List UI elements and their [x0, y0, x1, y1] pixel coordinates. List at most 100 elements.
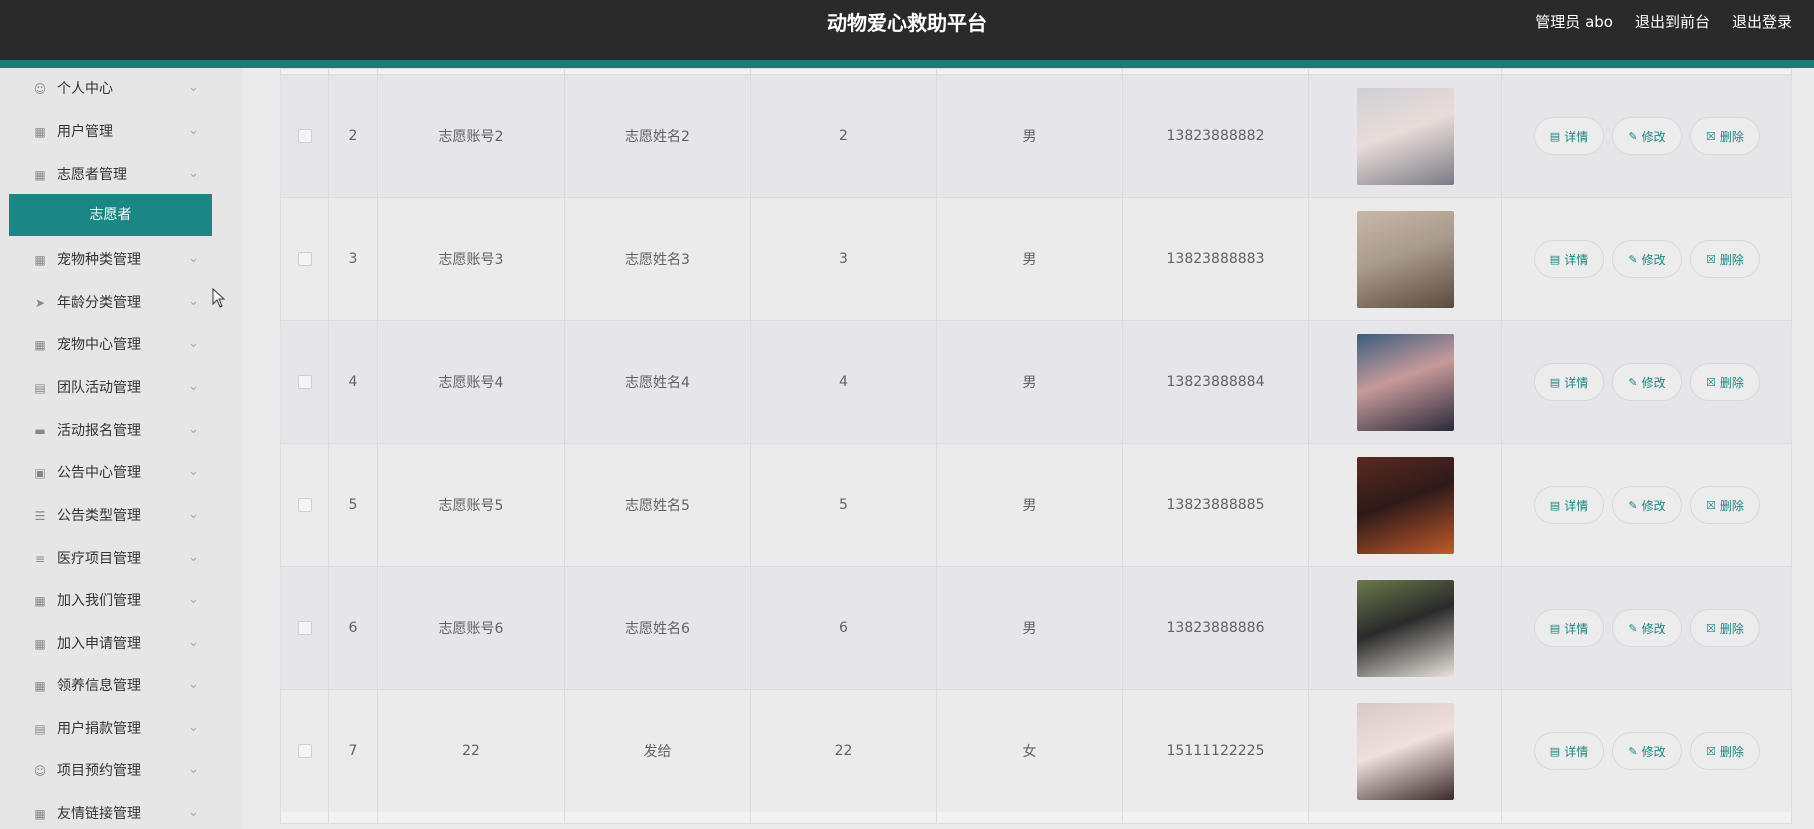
- cell-gender: 男: [1022, 375, 1037, 391]
- detail-button[interactable]: ▤ 详情: [1534, 486, 1604, 524]
- delete-button[interactable]: ☒ 删除: [1690, 363, 1760, 401]
- sidebar-item[interactable]: ▣ 公告中心管理 ⌄: [0, 452, 241, 494]
- row-checkbox[interactable]: [297, 498, 312, 512]
- table-row: 4 志愿账号4 志愿姓名4 4 男 13823888884 ▤ 详情 ✎ 修改 ☒ 删除: [281, 320, 1791, 443]
- cell-index: 6: [348, 620, 358, 636]
- sidebar-item[interactable]: ▦ 加入我们管理 ⌄: [0, 580, 241, 622]
- cell-gender: 男: [1022, 498, 1037, 514]
- list-icon: ☰: [34, 509, 46, 523]
- sidebar-item-label: 领养信息管理: [57, 678, 141, 694]
- detail-icon: ▤: [1549, 744, 1561, 758]
- sidebar-item-label: 加入申请管理: [57, 636, 141, 652]
- row-checkbox[interactable]: [297, 744, 312, 758]
- edit-icon: ✎: [1628, 621, 1638, 635]
- delete-label: 删除: [1719, 252, 1744, 267]
- grid-icon: ▦: [34, 807, 46, 821]
- table-row: 6 志愿账号6 志愿姓名6 6 男 13823888886 ▤ 详情 ✎ 修改 ☒ 删除: [281, 566, 1791, 689]
- sidebar-item[interactable]: ▦ 志愿者管理 ⌄: [0, 154, 241, 196]
- cell-age: 6: [839, 620, 848, 636]
- detail-button[interactable]: ▤ 详情: [1534, 609, 1604, 647]
- avatar-photo[interactable]: [1356, 210, 1454, 308]
- sidebar-item[interactable]: ▦ 加入申请管理 ⌄: [0, 623, 241, 665]
- edit-button[interactable]: ✎ 修改: [1612, 363, 1682, 401]
- cell-name: 志愿姓名2: [625, 129, 690, 145]
- column-divider: [936, 69, 937, 823]
- chevron-down-icon: ⌄: [188, 720, 199, 735]
- chevron-down-icon: ⌄: [188, 805, 199, 820]
- delete-icon: ☒: [1706, 498, 1716, 512]
- cell-photo: [1309, 567, 1501, 689]
- edit-label: 修改: [1641, 621, 1666, 636]
- sidebar-item[interactable]: ▤ 团队活动管理 ⌄: [0, 367, 241, 409]
- edit-button[interactable]: ✎ 修改: [1612, 732, 1682, 770]
- edit-label: 修改: [1641, 744, 1666, 759]
- submenu-item-volunteer[interactable]: 志愿者: [9, 194, 212, 236]
- avatar-photo[interactable]: [1356, 87, 1454, 185]
- sidebar-item[interactable]: ☺ 项目预约管理 ⌄: [0, 750, 241, 792]
- chevron-down-icon: ⌄: [188, 507, 199, 522]
- cell-account: 志愿账号6: [438, 621, 504, 637]
- row-checkbox[interactable]: [297, 129, 312, 143]
- delete-button[interactable]: ☒ 删除: [1690, 117, 1760, 155]
- volunteer-table: 2 志愿账号2 志愿姓名2 2 男 13823888882 ▤ 详情 ✎ 修改 ☒ 删除 3 志愿账号3 志…: [280, 68, 1792, 824]
- table-row: 3 志愿账号3 志愿姓名3 3 男 13823888883 ▤ 详情 ✎ 修改 ☒ 删除: [281, 197, 1791, 320]
- sidebar-item-label: 加入我们管理: [57, 593, 141, 609]
- sidebar-item[interactable]: ☺ 个人中心 ⌄: [0, 68, 241, 110]
- sidebar-item[interactable]: ▬ 活动报名管理 ⌄: [0, 410, 241, 452]
- row-checkbox[interactable]: [297, 621, 312, 635]
- edit-icon: ✎: [1628, 375, 1638, 389]
- detail-icon: ▤: [1549, 498, 1561, 512]
- sidebar-item[interactable]: ▦ 用户管理 ⌄: [0, 111, 241, 153]
- delete-icon: ☒: [1706, 744, 1716, 758]
- avatar-photo[interactable]: [1356, 456, 1454, 554]
- edit-button[interactable]: ✎ 修改: [1612, 486, 1682, 524]
- delete-button[interactable]: ☒ 删除: [1690, 486, 1760, 524]
- cell-index: 3: [348, 251, 358, 267]
- clipboard-icon: ▤: [34, 381, 46, 395]
- admin-user-label[interactable]: 管理员 abo: [1535, 12, 1613, 36]
- row-checkbox[interactable]: [297, 375, 312, 389]
- edit-button[interactable]: ✎ 修改: [1612, 609, 1682, 647]
- column-divider: [377, 69, 378, 823]
- detail-button[interactable]: ▤ 详情: [1534, 117, 1604, 155]
- sidebar-item-label: 医疗项目管理: [57, 551, 141, 567]
- logout-link[interactable]: 退出登录: [1732, 12, 1792, 36]
- avatar-photo[interactable]: [1356, 702, 1454, 800]
- sidebar-item[interactable]: ≡ 医疗项目管理 ⌄: [0, 538, 241, 580]
- detail-button[interactable]: ▤ 详情: [1534, 240, 1604, 278]
- edit-button[interactable]: ✎ 修改: [1612, 240, 1682, 278]
- sidebar-item[interactable]: ➤ 年龄分类管理 ⌄: [0, 282, 241, 324]
- edit-label: 修改: [1641, 129, 1666, 144]
- delete-button[interactable]: ☒ 删除: [1690, 609, 1760, 647]
- avatar-photo[interactable]: [1356, 579, 1454, 677]
- printer-icon: ▣: [34, 466, 46, 480]
- sidebar-item[interactable]: ▦ 领养信息管理 ⌄: [0, 665, 241, 707]
- exit-to-front-link[interactable]: 退出到前台: [1635, 12, 1710, 36]
- sidebar-item[interactable]: ▦ 友情链接管理 ⌄: [0, 793, 241, 829]
- sidebar-item-label: 公告中心管理: [57, 465, 141, 481]
- detail-button[interactable]: ▤ 详情: [1534, 732, 1604, 770]
- delete-button[interactable]: ☒ 删除: [1690, 240, 1760, 278]
- detail-label: 详情: [1564, 744, 1589, 759]
- cell-account: 志愿账号5: [438, 498, 504, 514]
- cell-age: 2: [839, 128, 848, 144]
- cell-index: 5: [348, 497, 358, 513]
- cell-photo: [1309, 75, 1501, 197]
- cell-select: [281, 444, 328, 566]
- cell-select: [281, 321, 328, 443]
- row-checkbox[interactable]: [297, 252, 312, 266]
- clipboard-icon: ▤: [34, 722, 46, 736]
- sidebar-item-label: 年龄分类管理: [57, 295, 141, 311]
- sidebar-item[interactable]: ▦ 宠物中心管理 ⌄: [0, 324, 241, 366]
- edit-button[interactable]: ✎ 修改: [1612, 117, 1682, 155]
- sidebar-item[interactable]: ☰ 公告类型管理 ⌄: [0, 495, 241, 537]
- detail-button[interactable]: ▤ 详情: [1534, 363, 1604, 401]
- header-accent-bar: [0, 60, 1814, 68]
- delete-button[interactable]: ☒ 删除: [1690, 732, 1760, 770]
- edit-label: 修改: [1641, 375, 1666, 390]
- sidebar-item-label: 宠物种类管理: [57, 252, 141, 268]
- sidebar-item[interactable]: ▤ 用户捐款管理 ⌄: [0, 708, 241, 750]
- grid-icon: ▦: [34, 594, 46, 608]
- sidebar-item[interactable]: ▦ 宠物种类管理 ⌄: [0, 239, 241, 281]
- avatar-photo[interactable]: [1356, 333, 1454, 431]
